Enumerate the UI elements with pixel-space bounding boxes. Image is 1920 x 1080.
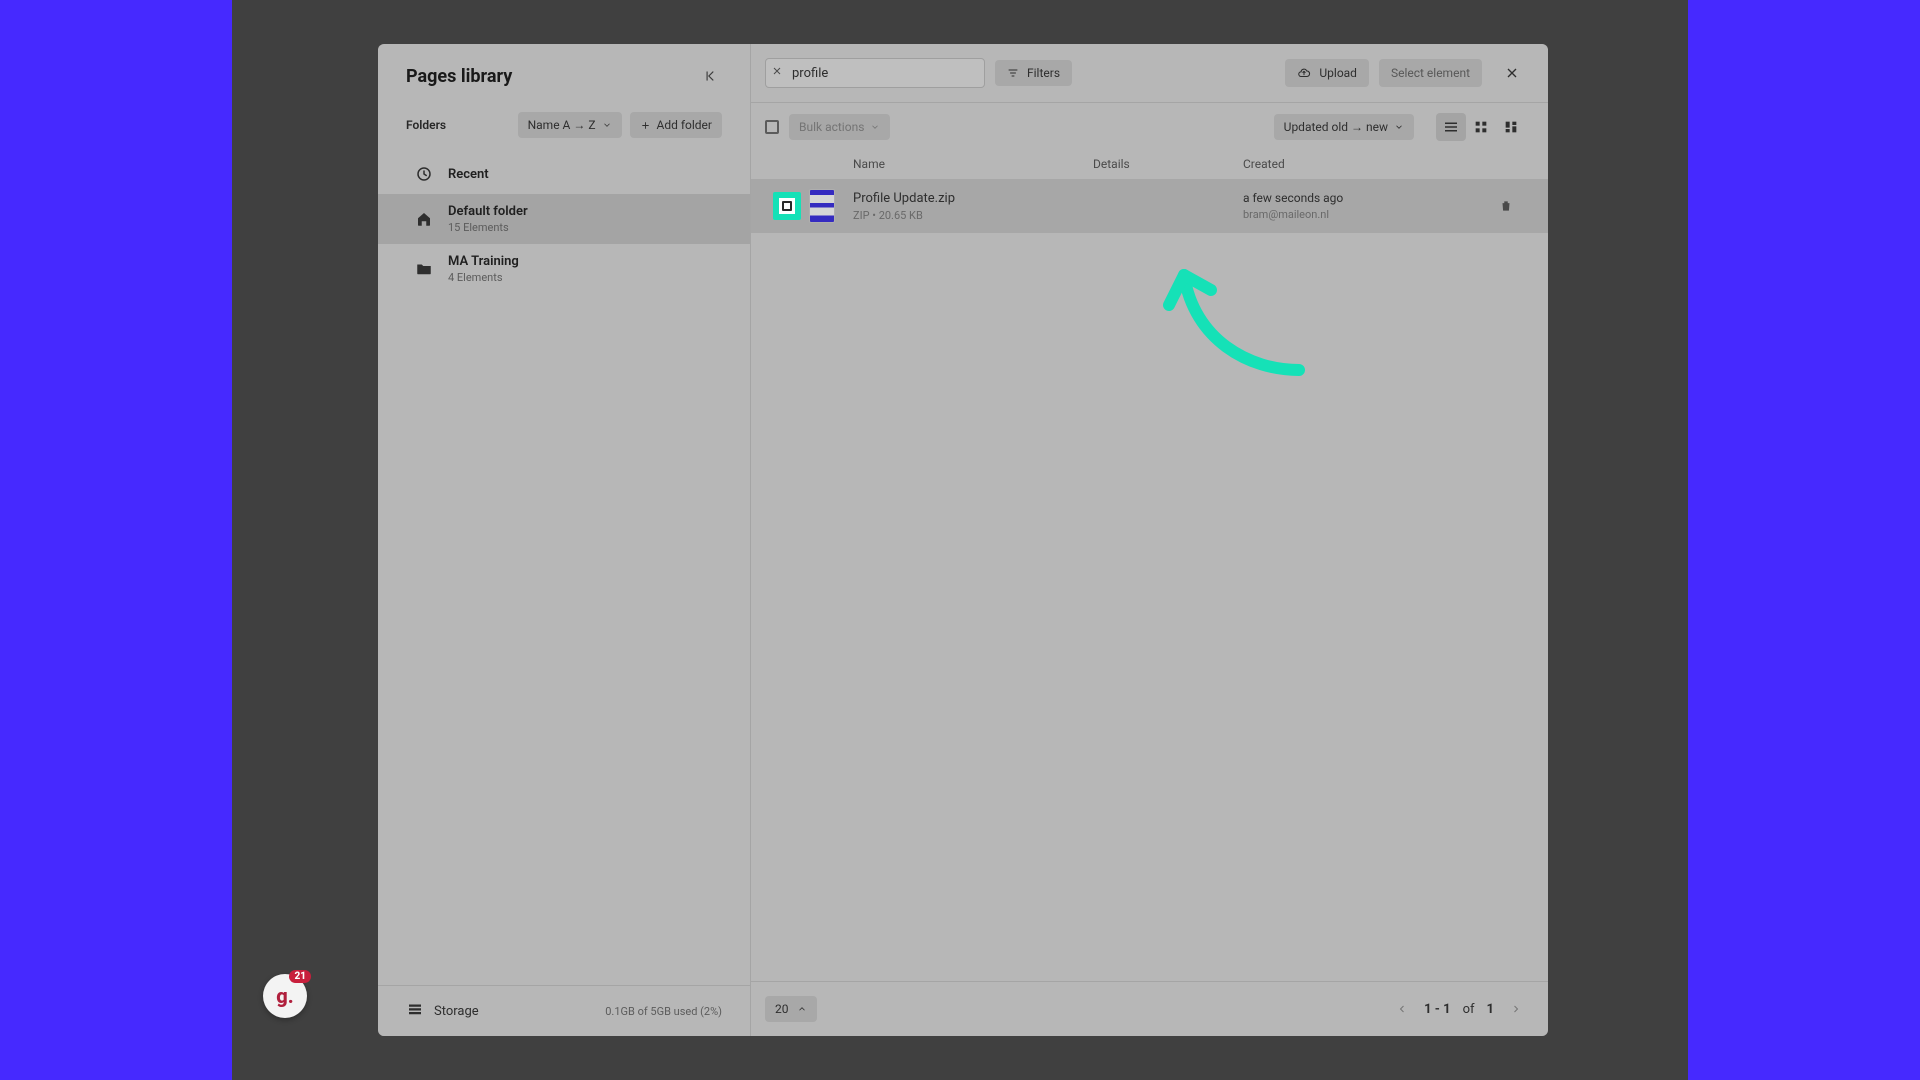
storage-label: Storage (434, 1004, 479, 1019)
chevron-down-icon (870, 122, 880, 132)
sidebar-item-ma-training[interactable]: MA Training 4 Elements (378, 244, 750, 294)
plus-icon (640, 120, 651, 131)
page-size-dropdown[interactable]: 20 (765, 996, 817, 1022)
add-folder-button[interactable]: Add folder (630, 112, 722, 138)
list-toolbar: Bulk actions Updated old → new (751, 103, 1548, 151)
list-sort-dropdown[interactable]: Updated old → new (1274, 114, 1414, 140)
sidebar-item-label: MA Training (448, 254, 519, 269)
home-icon (414, 209, 434, 229)
page-total: 1 (1487, 1002, 1494, 1017)
close-icon (1504, 65, 1520, 81)
folder-sort-label: Name A → Z (528, 118, 596, 132)
col-header-details: Details (1093, 157, 1243, 171)
upload-button[interactable]: Upload (1285, 59, 1369, 87)
pages-library-modal: Pages library Folders Name A → Z Add fol… (378, 44, 1548, 1036)
badge-count: 21 (289, 970, 311, 983)
select-all-checkbox[interactable] (765, 120, 779, 134)
bulk-actions-label: Bulk actions (799, 120, 864, 134)
file-thumbnail (809, 189, 835, 223)
sidebar: Pages library Folders Name A → Z Add fol… (378, 44, 751, 1036)
cloud-upload-icon (1297, 66, 1311, 80)
search-input[interactable] (765, 58, 985, 88)
grid-icon (1473, 119, 1489, 135)
created-by: bram@maileon.nl (1243, 208, 1486, 221)
main-toolbar: Filters Upload Select element (751, 44, 1548, 103)
badge-glyph: g. (276, 984, 293, 1008)
bulk-actions-dropdown[interactable]: Bulk actions (789, 114, 890, 140)
row-checkbox-highlight (773, 192, 801, 220)
annotation-arrow (1159, 250, 1359, 410)
sidebar-item-label: Default folder (448, 204, 528, 219)
file-name: Profile Update.zip (853, 191, 1093, 206)
sidebar-item-sublabel: 4 Elements (448, 271, 519, 284)
collapse-sidebar-button[interactable] (698, 64, 722, 88)
clock-icon (414, 164, 434, 184)
view-masonry-button[interactable] (1496, 113, 1526, 141)
search-field-wrapper (765, 58, 985, 88)
sidebar-footer: Storage 0.1GB of 5GB used (2%) (378, 985, 750, 1036)
masonry-icon (1503, 119, 1519, 135)
trash-icon (1499, 199, 1513, 213)
view-list-button[interactable] (1436, 113, 1466, 141)
col-header-name: Name (853, 157, 1093, 171)
chevron-down-icon (602, 120, 612, 130)
page-background: Pages library Folders Name A → Z Add fol… (0, 0, 1920, 1080)
of-label: of (1463, 1002, 1475, 1017)
filter-icon (1007, 67, 1019, 79)
close-modal-button[interactable] (1498, 59, 1526, 87)
select-element-button[interactable]: Select element (1379, 59, 1482, 87)
storage-usage: 0.1GB of 5GB used (2%) (605, 1005, 722, 1018)
folders-heading: Folders (406, 118, 446, 132)
list-sort-label: Updated old → new (1284, 120, 1388, 134)
prev-page-button[interactable] (1392, 999, 1412, 1019)
add-folder-label: Add folder (657, 118, 712, 132)
folder-list: Recent Default folder 15 Elements (378, 142, 750, 294)
filters-label: Filters (1027, 66, 1060, 80)
view-grid-button[interactable] (1466, 113, 1496, 141)
table-header: Name Details Created (751, 151, 1548, 179)
arrow-icon (1159, 250, 1359, 410)
page-title: Pages library (406, 66, 512, 87)
chevron-up-icon (797, 1004, 807, 1014)
file-meta: ZIP • 20.65 KB (853, 209, 1093, 222)
row-checkbox[interactable] (782, 201, 792, 211)
table-row[interactable]: Profile Update.zip ZIP • 20.65 KB a few … (751, 179, 1548, 233)
chevron-left-icon (1396, 1003, 1408, 1015)
page-size-value: 20 (775, 1002, 789, 1016)
sidebar-item-default-folder[interactable]: Default folder 15 Elements (378, 194, 750, 244)
page-range: 1 - 1 (1424, 1002, 1451, 1017)
select-element-label: Select element (1391, 66, 1470, 80)
view-toggle-group (1436, 113, 1526, 141)
next-page-button[interactable] (1506, 999, 1526, 1019)
main-footer: 20 1 - 1 of 1 (751, 981, 1548, 1036)
folder-sort-dropdown[interactable]: Name A → Z (518, 112, 622, 138)
chevron-first-icon (703, 69, 717, 83)
help-widget-badge[interactable]: g. 21 (263, 974, 307, 1018)
chevron-right-icon (1510, 1003, 1522, 1015)
upload-label: Upload (1319, 66, 1357, 80)
sidebar-item-recent[interactable]: Recent (378, 154, 750, 194)
storage-icon (406, 1000, 424, 1022)
folder-icon (414, 259, 434, 279)
chevron-down-icon (1394, 122, 1404, 132)
clear-search-button[interactable] (771, 65, 783, 81)
main-panel: Filters Upload Select element Bulk actio… (751, 44, 1548, 1036)
filters-button[interactable]: Filters (995, 60, 1072, 86)
created-when: a few seconds ago (1243, 191, 1486, 205)
pagination: 1 - 1 of 1 (1392, 999, 1526, 1019)
list-icon (1442, 118, 1460, 136)
delete-row-button[interactable] (1486, 199, 1526, 213)
sidebar-item-sublabel: 15 Elements (448, 221, 528, 234)
close-icon (771, 65, 783, 77)
sidebar-item-label: Recent (448, 167, 489, 182)
col-header-created: Created (1243, 157, 1486, 171)
